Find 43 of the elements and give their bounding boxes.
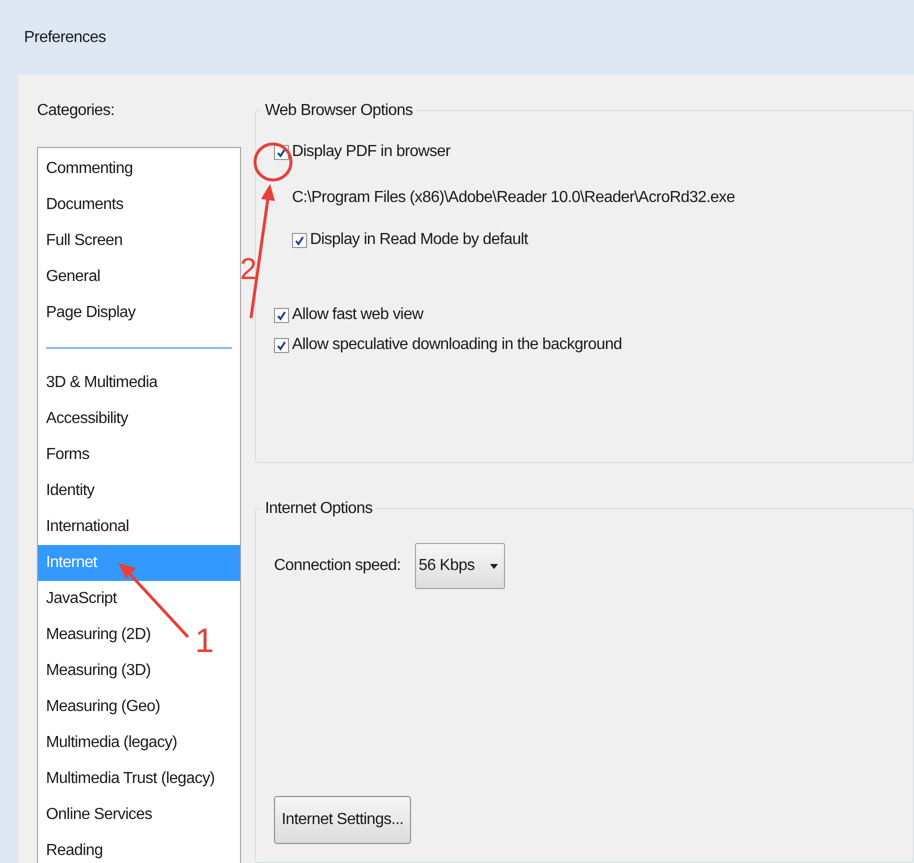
checkbox[interactable] bbox=[292, 232, 307, 248]
checkbox-row[interactable]: Allow speculative downloading in the background bbox=[274, 330, 913, 360]
category-item[interactable]: International bbox=[38, 509, 133, 545]
category-item[interactable]: Measuring (Geo) bbox=[38, 689, 164, 725]
checkmark-icon bbox=[276, 310, 287, 320]
highlight-circle bbox=[254, 142, 292, 182]
checkmark-icon bbox=[294, 234, 305, 246]
checkmark-icon bbox=[276, 340, 287, 350]
checkbox-row[interactable]: Display PDF in browser bbox=[274, 137, 913, 167]
internet-settings-button[interactable]: Internet Settings... bbox=[274, 796, 411, 844]
category-item[interactable]: Accessibility bbox=[38, 401, 132, 437]
categories-label: Categories: bbox=[37, 101, 116, 121]
category-item[interactable]: General bbox=[38, 259, 104, 295]
checkbox-label: Display in Read Mode by default bbox=[310, 230, 528, 250]
checkbox-row[interactable]: Display in Read Mode by default bbox=[292, 225, 913, 255]
connection-speed-label: Connection speed: bbox=[274, 556, 401, 576]
category-item[interactable]: Multimedia Trust (legacy) bbox=[38, 761, 219, 797]
checkbox-row[interactable]: Allow fast web view bbox=[274, 300, 913, 330]
checkmark-icon bbox=[276, 146, 287, 158]
category-item[interactable]: Measuring (2D) bbox=[38, 617, 155, 653]
dropdown-arrow-icon bbox=[490, 564, 498, 568]
checkbox-label: Allow speculative downloading in the background bbox=[292, 335, 622, 355]
checkbox[interactable] bbox=[274, 338, 289, 352]
checkbox-label: Allow fast web view bbox=[292, 305, 424, 325]
program-path: C:\Program Files (x86)\Adobe\Reader 10.0\Reader\AcroRd32.exe bbox=[292, 188, 736, 208]
category-item[interactable]: Page Display bbox=[38, 295, 140, 331]
checkbox[interactable] bbox=[274, 308, 289, 322]
category-item[interactable]: Online Services bbox=[38, 797, 156, 833]
category-item[interactable]: Forms bbox=[38, 437, 94, 473]
connection-speed-dropdown[interactable]: 56 Kbps bbox=[414, 543, 505, 589]
window-title: Preferences bbox=[24, 28, 106, 48]
category-item[interactable]: Identity bbox=[38, 473, 98, 509]
category-item[interactable]: 3D & Multimedia bbox=[38, 365, 162, 401]
category-item[interactable]: Commenting bbox=[38, 151, 137, 187]
category-item[interactable]: Full Screen bbox=[38, 223, 127, 259]
category-item[interactable]: Documents bbox=[38, 187, 128, 223]
category-item[interactable]: Measuring (3D) bbox=[38, 653, 155, 689]
category-item[interactable]: JavaScript bbox=[38, 581, 121, 617]
annotation-number: 2 bbox=[240, 255, 256, 285]
category-item[interactable]: Reading bbox=[38, 833, 107, 863]
checkbox-label: Display PDF in browser bbox=[292, 142, 450, 162]
annotation-number: 1 bbox=[195, 624, 214, 658]
category-item[interactable]: Multimedia (legacy) bbox=[38, 725, 182, 761]
